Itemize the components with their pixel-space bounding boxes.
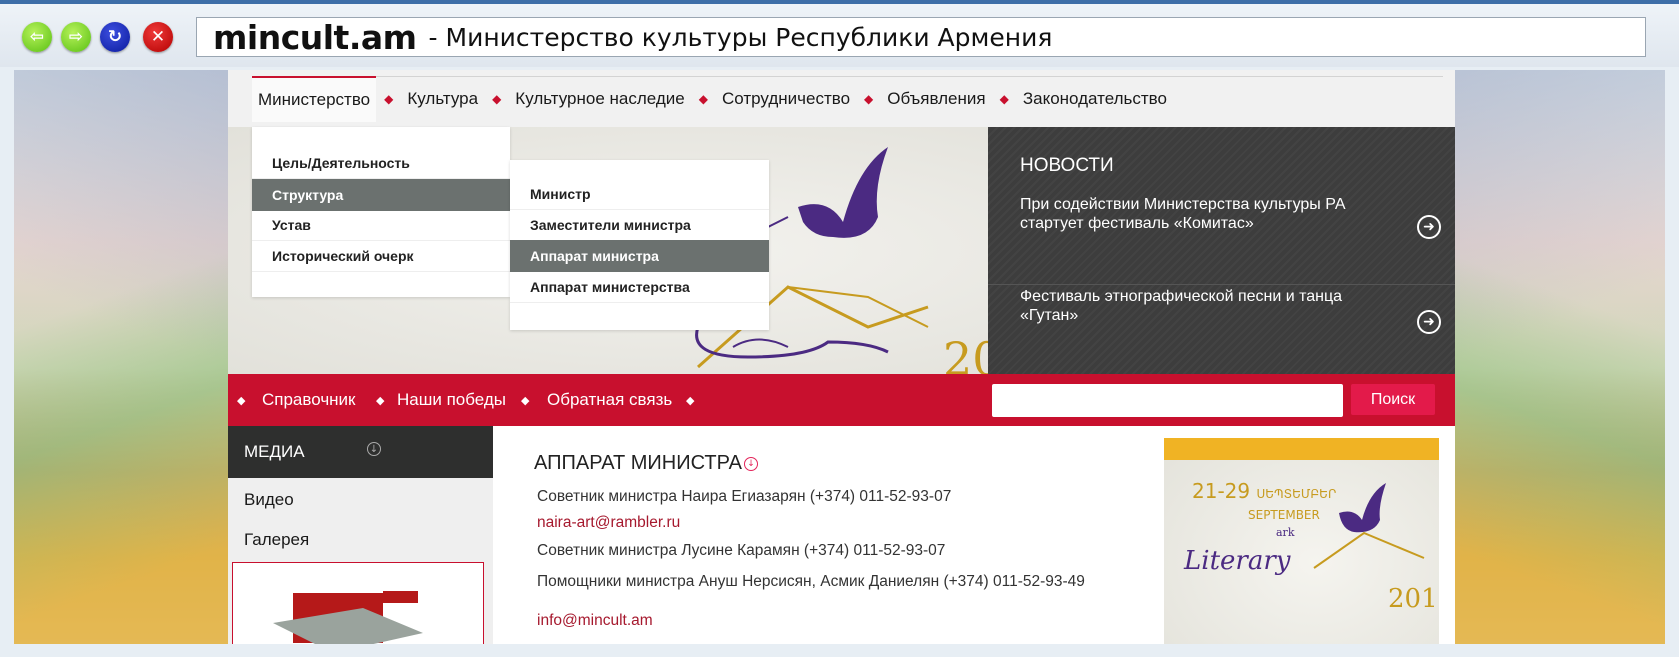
news-item-2[interactable]: Фестиваль этнографической песни и танца … bbox=[1020, 287, 1400, 325]
nav-separator-icon: ◆ bbox=[999, 92, 1009, 106]
viewport: Министерство ◆ Культура ◆ Культурное нас… bbox=[14, 70, 1665, 644]
content-line-assistants: Помощники министра Ануш Нерсисян, Асмик … bbox=[537, 573, 1085, 590]
background-painting-left bbox=[14, 70, 228, 644]
address-domain: mincult.am bbox=[213, 17, 417, 57]
poster-year: 2015 bbox=[1388, 584, 1439, 614]
poster-ark: ark bbox=[1276, 526, 1295, 539]
sidebar-item-video[interactable]: Видео bbox=[244, 490, 294, 510]
nav-culture[interactable]: Культура bbox=[401, 76, 484, 122]
address-bar[interactable]: mincult.am - Министерство культуры Респу… bbox=[196, 17, 1646, 57]
secondary-nav-bar: ◆ Справочник ◆ Наши победы ◆ Обратная св… bbox=[228, 374, 1455, 426]
page-title: - Министерство культуры Республики Армен… bbox=[428, 22, 1053, 52]
link-directory[interactable]: Справочник bbox=[262, 374, 356, 426]
news-divider bbox=[988, 284, 1455, 285]
chevron-down-icon[interactable]: ↓ bbox=[744, 457, 758, 471]
nav-cooperation[interactable]: Сотрудничество bbox=[716, 76, 856, 122]
link-feedback[interactable]: Обратная связь bbox=[547, 374, 672, 426]
dropdown-item-structure[interactable]: Структура bbox=[252, 179, 510, 211]
news-heading: НОВОСТИ bbox=[1020, 155, 1114, 176]
email-link-1[interactable]: naira-art@rambler.ru bbox=[537, 514, 680, 532]
site-container: Министерство ◆ Культура ◆ Культурное нас… bbox=[228, 70, 1455, 644]
close-icon[interactable]: ✕ bbox=[143, 22, 173, 52]
news-item-1[interactable]: При содействии Министерства культуры РА … bbox=[1020, 195, 1400, 233]
poster-literary: Literary bbox=[1184, 546, 1291, 576]
search-input[interactable] bbox=[992, 384, 1343, 417]
promo-image[interactable] bbox=[232, 562, 484, 644]
arrow-right-icon[interactable]: ➜ bbox=[1417, 215, 1441, 239]
dropdown-item-deputies[interactable]: Заместители министра bbox=[510, 209, 769, 241]
forward-icon[interactable]: ⇨ bbox=[61, 22, 91, 52]
nav-heritage[interactable]: Культурное наследие bbox=[509, 76, 690, 122]
nav-ministry[interactable]: Министерство bbox=[252, 76, 377, 122]
link-victories[interactable]: Наши победы bbox=[397, 374, 506, 426]
media-title: МЕДИА bbox=[244, 442, 305, 461]
content-line-advisor-2: Советник министра Лусине Карамян (+374) … bbox=[537, 542, 946, 559]
chevron-down-icon[interactable]: ↓ bbox=[367, 442, 381, 456]
dropdown-item-charter[interactable]: Устав bbox=[252, 209, 510, 241]
email-link-2[interactable]: info@mincult.am bbox=[537, 612, 653, 630]
top-navigation: Министерство ◆ Культура ◆ Культурное нас… bbox=[228, 70, 1455, 127]
reload-icon[interactable]: ↻ bbox=[100, 22, 130, 52]
dropdown-item-history[interactable]: Исторический очерк bbox=[252, 240, 510, 272]
nav-separator-icon: ◆ bbox=[864, 92, 874, 106]
dropdown-item-minister[interactable]: Министр bbox=[510, 178, 769, 210]
sidebar-item-gallery[interactable]: Галерея bbox=[244, 530, 309, 550]
dropdown-structure: Министр Заместители министра Аппарат мин… bbox=[510, 160, 769, 330]
media-header[interactable]: МЕДИА ↓ bbox=[228, 426, 493, 478]
bullet-icon: ◆ bbox=[521, 394, 530, 407]
dropdown-item-goals[interactable]: Цель/Деятельность bbox=[252, 147, 510, 179]
nav-separator-icon: ◆ bbox=[384, 92, 394, 106]
nav-announcements[interactable]: Объявления bbox=[881, 76, 991, 122]
news-panel: НОВОСТИ При содействии Министерства куль… bbox=[988, 127, 1455, 374]
search-button[interactable]: Поиск bbox=[1351, 384, 1435, 415]
promo-graphic-icon bbox=[273, 591, 423, 644]
back-icon[interactable]: ⇦ bbox=[22, 22, 52, 52]
nav-separator-icon: ◆ bbox=[492, 92, 502, 106]
nav-separator-icon: ◆ bbox=[698, 92, 708, 106]
dropdown-item-minister-office[interactable]: Аппарат министра bbox=[510, 240, 769, 272]
bullet-icon: ◆ bbox=[237, 394, 246, 407]
arrow-right-icon[interactable]: ➜ bbox=[1417, 310, 1441, 334]
browser-toolbar: ⇦ ⇨ ↻ ✕ mincult.am - Министерство культу… bbox=[0, 0, 1679, 67]
content-line-advisor-1: Советник министра Наира Егиазарян (+374)… bbox=[537, 488, 952, 505]
nav-legislation[interactable]: Законодательство bbox=[1017, 76, 1173, 122]
content-title: АППАРАТ МИНИСТРА bbox=[534, 452, 742, 474]
festival-poster[interactable]: 21-29 ՍԵՊՏԵՄԲԵՐ SEPTEMBER ark Literary 2… bbox=[1164, 438, 1439, 644]
dropdown-item-ministry-office[interactable]: Аппарат министерства bbox=[510, 271, 769, 303]
dropdown-ministry: Цель/Деятельность Структура Устав Истори… bbox=[252, 127, 510, 297]
background-painting-right bbox=[1441, 70, 1665, 644]
bullet-icon: ◆ bbox=[686, 394, 695, 407]
bullet-icon: ◆ bbox=[376, 394, 385, 407]
